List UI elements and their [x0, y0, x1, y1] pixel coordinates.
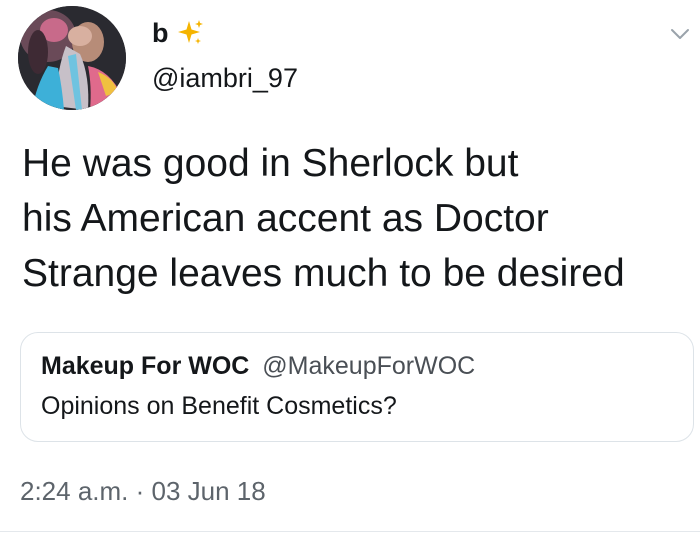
tweet-text: He was good in Sherlock but his American… — [22, 136, 694, 301]
tweet-text-line: his American accent as Doctor — [22, 197, 549, 240]
quoted-author-name: Makeup For WOC — [41, 352, 250, 380]
tweet-text-line: He was good in Sherlock but — [22, 142, 519, 185]
divider — [0, 531, 700, 532]
avatar-photo — [18, 6, 126, 110]
author-display-name[interactable]: b — [152, 18, 205, 48]
quoted-tweet-text: Opinions on Benefit Cosmetics? — [41, 392, 397, 420]
sparkles-icon — [175, 18, 205, 48]
tweet-text-line: Strange leaves much to be desired — [22, 252, 625, 295]
author-handle[interactable]: @iambri_97 — [152, 62, 298, 94]
author-name-text: b — [152, 18, 169, 48]
quoted-tweet-header: Makeup For WOC @MakeupForWOC — [41, 351, 475, 381]
chevron-down-icon[interactable] — [668, 22, 692, 46]
avatar[interactable] — [18, 6, 126, 110]
tweet-timestamp[interactable]: 2:24 a.m. · 03 Jun 18 — [20, 475, 266, 507]
quoted-tweet-card[interactable]: Makeup For WOC @MakeupForWOC Opinions on… — [20, 332, 694, 442]
quoted-author-handle: @MakeupForWOC — [262, 352, 476, 380]
